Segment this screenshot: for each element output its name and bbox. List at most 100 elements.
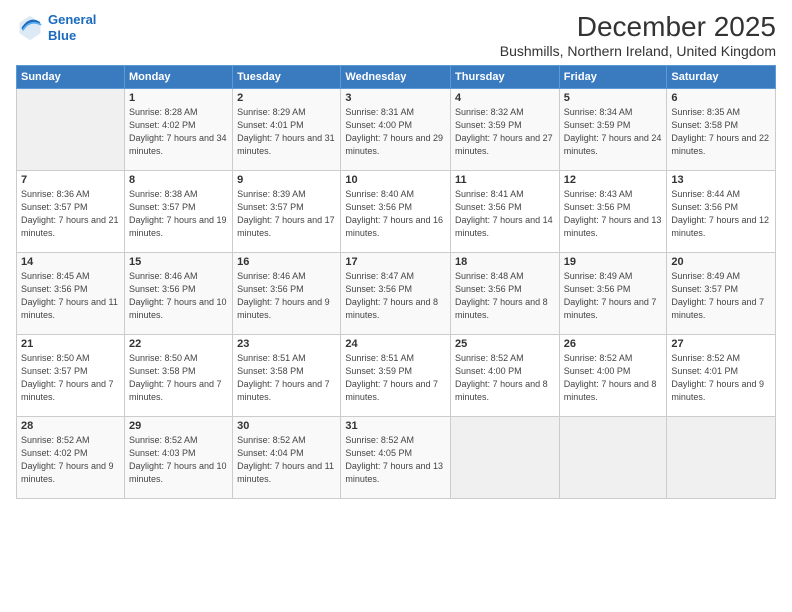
day-number: 15 [129,256,228,268]
day-cell: 17 Sunrise: 8:47 AMSunset: 3:56 PMDayligh… [341,252,451,334]
day-cell: 26 Sunrise: 8:52 AMSunset: 4:00 PMDayligh… [559,334,667,416]
day-info: Sunrise: 8:35 AMSunset: 3:58 PMDaylight:… [671,106,771,158]
col-sunday: Sunday [17,65,125,88]
day-number: 21 [21,338,120,350]
day-number: 14 [21,256,120,268]
day-cell: 6 Sunrise: 8:35 AMSunset: 3:58 PMDaylight… [667,88,776,170]
day-info: Sunrise: 8:49 AMSunset: 3:57 PMDaylight:… [671,270,771,322]
day-number: 26 [564,338,663,350]
day-info: Sunrise: 8:48 AMSunset: 3:56 PMDaylight:… [455,270,555,322]
day-cell: 2 Sunrise: 8:29 AMSunset: 4:01 PMDaylight… [233,88,341,170]
day-number: 13 [671,174,771,186]
day-cell: 13Sunrise: 8:44 AMSunset: 3:56 PMDayligh… [667,170,776,252]
day-info: Sunrise: 8:45 AMSunset: 3:56 PMDaylight:… [21,270,120,322]
day-cell: 3 Sunrise: 8:31 AMSunset: 4:00 PMDaylight… [341,88,451,170]
day-cell: 30 Sunrise: 8:52 AMSunset: 4:04 PMDayligh… [233,416,341,498]
day-cell: 29Sunrise: 8:52 AMSunset: 4:03 PMDayligh… [124,416,232,498]
day-cell: 1Sunrise: 8:28 AMSunset: 4:02 PMDaylight… [124,88,232,170]
day-info: Sunrise: 8:52 AMSunset: 4:04 PMDaylight:… [237,434,336,486]
day-number: 10 [345,174,446,186]
day-info: Sunrise: 8:46 AMSunset: 3:56 PMDaylight:… [237,270,336,322]
logo-icon [16,14,44,42]
calendar-table: Sunday Monday Tuesday Wednesday Thursday… [16,65,776,499]
day-info: Sunrise: 8:52 AMSunset: 4:00 PMDaylight:… [564,352,663,404]
day-info: Sunrise: 8:34 AMSunset: 3:59 PMDaylight:… [564,106,663,158]
day-number: 29 [129,420,228,432]
day-info: Sunrise: 8:52 AMSunset: 4:00 PMDaylight:… [455,352,555,404]
day-info: Sunrise: 8:51 AMSunset: 3:58 PMDaylight:… [237,352,336,404]
day-number: 30 [237,420,336,432]
day-cell: 22Sunrise: 8:50 AMSunset: 3:58 PMDayligh… [124,334,232,416]
day-cell [17,88,125,170]
day-info: Sunrise: 8:41 AMSunset: 3:56 PMDaylight:… [455,188,555,240]
day-number: 3 [345,92,446,104]
day-cell: 8 Sunrise: 8:38 AMSunset: 3:57 PMDaylight… [124,170,232,252]
day-info: Sunrise: 8:40 AMSunset: 3:56 PMDaylight:… [345,188,446,240]
month-title: December 2025 [500,12,776,43]
col-wednesday: Wednesday [341,65,451,88]
day-number: 31 [345,420,446,432]
col-thursday: Thursday [451,65,560,88]
day-cell: 28Sunrise: 8:52 AMSunset: 4:02 PMDayligh… [17,416,125,498]
day-info: Sunrise: 8:38 AMSunset: 3:57 PMDaylight:… [129,188,228,240]
day-cell [559,416,667,498]
day-number: 16 [237,256,336,268]
day-cell: 4Sunrise: 8:32 AMSunset: 3:59 PMDaylight… [451,88,560,170]
day-number: 20 [671,256,771,268]
day-cell: 10 Sunrise: 8:40 AMSunset: 3:56 PMDayligh… [341,170,451,252]
day-number: 2 [237,92,336,104]
day-cell: 18Sunrise: 8:48 AMSunset: 3:56 PMDayligh… [451,252,560,334]
day-number: 27 [671,338,771,350]
day-number: 5 [564,92,663,104]
day-number: 25 [455,338,555,350]
day-cell [667,416,776,498]
day-number: 9 [237,174,336,186]
day-number: 6 [671,92,771,104]
header: General Blue December 2025 Bushmills, No… [16,12,776,59]
title-block: December 2025 Bushmills, Northern Irelan… [500,12,776,59]
col-tuesday: Tuesday [233,65,341,88]
day-cell: 27 Sunrise: 8:52 AMSunset: 4:01 PMDayligh… [667,334,776,416]
day-cell: 31 Sunrise: 8:52 AMSunset: 4:05 PMDayligh… [341,416,451,498]
day-info: Sunrise: 8:50 AMSunset: 3:57 PMDaylight:… [21,352,120,404]
day-cell: 5 Sunrise: 8:34 AMSunset: 3:59 PMDaylight… [559,88,667,170]
day-number: 12 [564,174,663,186]
col-friday: Friday [559,65,667,88]
day-info: Sunrise: 8:49 AMSunset: 3:56 PMDaylight:… [564,270,663,322]
day-cell: 11Sunrise: 8:41 AMSunset: 3:56 PMDayligh… [451,170,560,252]
day-cell: 21 Sunrise: 8:50 AMSunset: 3:57 PMDayligh… [17,334,125,416]
day-number: 4 [455,92,555,104]
day-number: 23 [237,338,336,350]
week-row-1: 7 Sunrise: 8:36 AMSunset: 3:57 PMDaylight… [17,170,776,252]
day-cell: 7 Sunrise: 8:36 AMSunset: 3:57 PMDaylight… [17,170,125,252]
day-info: Sunrise: 8:52 AMSunset: 4:05 PMDaylight:… [345,434,446,486]
day-cell: 15 Sunrise: 8:46 AMSunset: 3:56 PMDayligh… [124,252,232,334]
week-row-3: 21 Sunrise: 8:50 AMSunset: 3:57 PMDayligh… [17,334,776,416]
week-row-0: 1Sunrise: 8:28 AMSunset: 4:02 PMDaylight… [17,88,776,170]
day-cell: 20 Sunrise: 8:49 AMSunset: 3:57 PMDayligh… [667,252,776,334]
day-number: 8 [129,174,228,186]
day-info: Sunrise: 8:46 AMSunset: 3:56 PMDaylight:… [129,270,228,322]
day-cell: 14 Sunrise: 8:45 AMSunset: 3:56 PMDayligh… [17,252,125,334]
day-number: 7 [21,174,120,186]
day-cell: 23 Sunrise: 8:51 AMSunset: 3:58 PMDayligh… [233,334,341,416]
day-cell: 19Sunrise: 8:49 AMSunset: 3:56 PMDayligh… [559,252,667,334]
day-number: 17 [345,256,446,268]
day-cell: 9Sunrise: 8:39 AMSunset: 3:57 PMDaylight… [233,170,341,252]
col-monday: Monday [124,65,232,88]
day-info: Sunrise: 8:52 AMSunset: 4:02 PMDaylight:… [21,434,120,486]
day-info: Sunrise: 8:51 AMSunset: 3:59 PMDaylight:… [345,352,446,404]
header-row: Sunday Monday Tuesday Wednesday Thursday… [17,65,776,88]
day-info: Sunrise: 8:31 AMSunset: 4:00 PMDaylight:… [345,106,446,158]
day-info: Sunrise: 8:47 AMSunset: 3:56 PMDaylight:… [345,270,446,322]
day-number: 1 [129,92,228,104]
logo-text: General Blue [48,12,96,43]
day-info: Sunrise: 8:29 AMSunset: 4:01 PMDaylight:… [237,106,336,158]
day-info: Sunrise: 8:36 AMSunset: 3:57 PMDaylight:… [21,188,120,240]
day-cell: 24Sunrise: 8:51 AMSunset: 3:59 PMDayligh… [341,334,451,416]
logo: General Blue [16,12,96,43]
day-info: Sunrise: 8:52 AMSunset: 4:01 PMDaylight:… [671,352,771,404]
day-info: Sunrise: 8:43 AMSunset: 3:56 PMDaylight:… [564,188,663,240]
col-saturday: Saturday [667,65,776,88]
subtitle: Bushmills, Northern Ireland, United King… [500,43,776,59]
